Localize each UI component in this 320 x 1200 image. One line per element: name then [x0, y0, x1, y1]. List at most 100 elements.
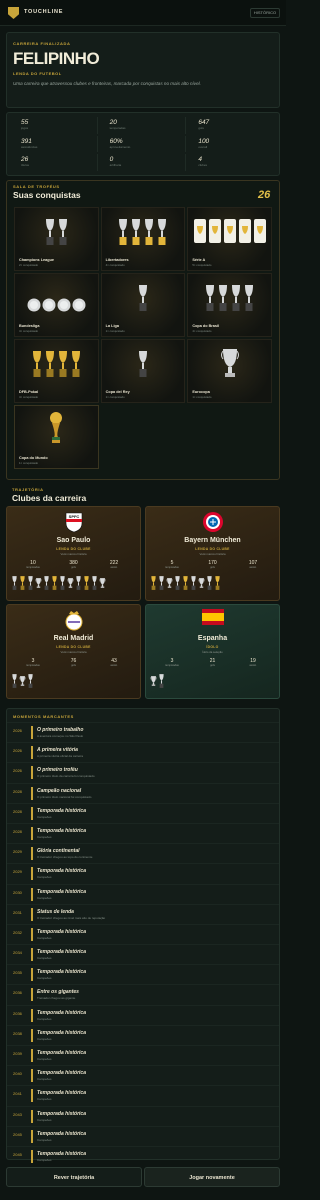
moment-marker — [31, 746, 33, 760]
stat-item: 100 overall — [188, 136, 275, 153]
trophy-name: Eurocopa — [192, 390, 210, 394]
club-stat-label: temporadas — [26, 664, 40, 667]
world-cup-icon — [49, 411, 63, 450]
trophy-count: 5× conquistado — [192, 263, 212, 267]
stat-value: 100 — [198, 137, 210, 145]
moment-row: 2032 Temporada histórica Campeões — [7, 923, 279, 944]
cup-silver-icon — [137, 349, 149, 384]
history-button[interactable]: HISTÓRICO — [250, 8, 280, 18]
trophy-grid: Champions League 2× conquistado Libertador… — [14, 207, 272, 469]
moment-title: Temporada histórica — [37, 1009, 86, 1016]
club-stat: 222 assist. — [94, 560, 134, 569]
stat-label: jogos — [21, 126, 29, 130]
shield-gold-icon — [223, 217, 237, 252]
club-stat: 5 temporadas — [152, 560, 192, 569]
moment-marker — [31, 867, 33, 881]
moment-description: Campeões — [37, 1117, 52, 1122]
moment-row: 2029 Glória continental O treinador chegou… — [7, 843, 279, 863]
trophy-icons — [102, 214, 185, 252]
trophy-total: 26 — [258, 189, 271, 201]
play-again-button[interactable]: Jogar novamente — [144, 1167, 280, 1187]
trophy-icon — [99, 575, 106, 596]
moment-description: O primeiro título nacional foi conquista… — [37, 794, 92, 799]
moment-marker — [31, 927, 33, 941]
plate-silver-icon — [72, 297, 86, 318]
trophy-name: Copa do Mundo — [19, 456, 48, 460]
moment-year: 2029 — [13, 849, 22, 855]
moment-title: Temporada histórica — [37, 868, 86, 875]
club-status-note: Você marcou história — [60, 552, 87, 556]
trophy-card: Copa do Mundo 1× conquistado — [14, 405, 99, 469]
moment-marker — [31, 907, 33, 921]
trophy-card: Champions League 2× conquistado — [14, 207, 99, 271]
trophy-name: La Liga — [105, 324, 119, 328]
brand-name: TOUCHLINE — [24, 9, 64, 15]
spain-flag-badge-icon — [202, 609, 224, 631]
cup-silver-icon — [204, 283, 216, 318]
moment-year: 2035 — [13, 970, 22, 976]
moment-row: 2029 Temporada histórica Campeões — [7, 863, 279, 883]
club-stat-label: assist. — [249, 664, 257, 667]
trophy-count: 2× conquistado — [19, 263, 39, 267]
moment-marker — [31, 1149, 33, 1163]
trophy-icons — [188, 214, 271, 252]
stat-item: 26 títulos — [11, 154, 98, 171]
moment-marker — [31, 948, 33, 962]
moments-card: MOMENTOS MARCANTES 2026 O primeiro trabal… — [6, 708, 280, 1163]
club-trophy-icons — [11, 575, 136, 596]
shield-gold-icon — [193, 217, 207, 252]
trophy-count: 1× conquistado — [19, 461, 39, 465]
moment-description: A primeira vitória oficial da carreira — [37, 754, 84, 759]
club-card[interactable]: Real Madrid LENDA DO CLUBE Você marcou his… — [6, 604, 141, 699]
cup-gold-icon — [57, 349, 69, 384]
moment-year: 2036 — [13, 1010, 22, 1016]
cup-silver-big-icon — [220, 347, 240, 384]
moment-marker — [31, 1089, 33, 1103]
trophy-icon — [19, 673, 26, 694]
club-card[interactable]: Bayern München LENDA DO CLUBE Você marcou … — [145, 506, 280, 601]
moment-row: 2034 Temporada histórica Campeões — [7, 944, 279, 964]
review-career-button[interactable]: Rever trajetória — [6, 1167, 142, 1187]
club-stat-label: assist. — [110, 566, 118, 569]
plate-silver-icon — [42, 297, 56, 318]
club-status-badge: LENDA DO CLUBE — [56, 547, 91, 551]
moment-year: 2029 — [13, 869, 22, 875]
bayern-badge-icon — [202, 511, 224, 533]
moment-description: Campeões — [37, 875, 52, 880]
moments-list: 2026 O primeiro trabalho A aventura começo… — [7, 722, 279, 1166]
trophy-icon — [182, 575, 189, 596]
moment-row: 2045 Temporada histórica Campeões — [7, 1145, 279, 1166]
trophy-icon — [67, 575, 74, 596]
moment-description: Campeões — [37, 976, 52, 981]
moment-description: O treinador chegou ao topo do continente — [37, 855, 93, 860]
moment-description: Campeões — [37, 1137, 52, 1142]
club-card[interactable]: SPFC Sao Paulo LENDA DO CLUBE Você marcou h… — [6, 506, 141, 601]
cup-silver-icon — [243, 283, 255, 318]
trophy-name: Bundesliga — [19, 324, 40, 328]
moment-marker — [31, 847, 33, 861]
moment-row: 2028 Temporada histórica Campeões — [7, 822, 279, 843]
cup-silver-icon — [57, 217, 69, 252]
club-stat: 10 temporadas — [13, 560, 53, 569]
trophy-icon — [190, 575, 197, 596]
moment-description: Campeões — [37, 1077, 52, 1082]
club-name: Espanha — [197, 635, 228, 642]
moment-year: 2026 — [13, 728, 22, 733]
stat-label: gols — [198, 126, 204, 130]
moment-description: Campeões — [37, 1057, 52, 1061]
trophy-icons — [15, 346, 98, 384]
club-card[interactable]: Espanha ÍDOLO Ídolo da seleção 3 temporadas 2… — [145, 604, 280, 699]
club-stat: 19 assist. — [233, 658, 273, 667]
moment-year: 2026 — [13, 748, 22, 754]
moment-year: 2045 — [13, 1151, 22, 1157]
moment-row: 2028 Campeão nacional O primeiro título na… — [7, 782, 279, 803]
moment-year: 2030 — [13, 889, 22, 895]
moment-title: O primeiro troféu — [37, 767, 78, 774]
moment-description: Campeões — [37, 1157, 52, 1162]
cup-silver-gold-icon — [156, 217, 168, 252]
moment-marker — [31, 806, 33, 820]
moments-kicker: MOMENTOS MARCANTES — [13, 714, 74, 719]
club-stat-label: temporadas — [26, 566, 40, 569]
club-status-badge: LENDA DO CLUBE — [56, 645, 91, 649]
club-trophy-icons — [11, 673, 136, 694]
